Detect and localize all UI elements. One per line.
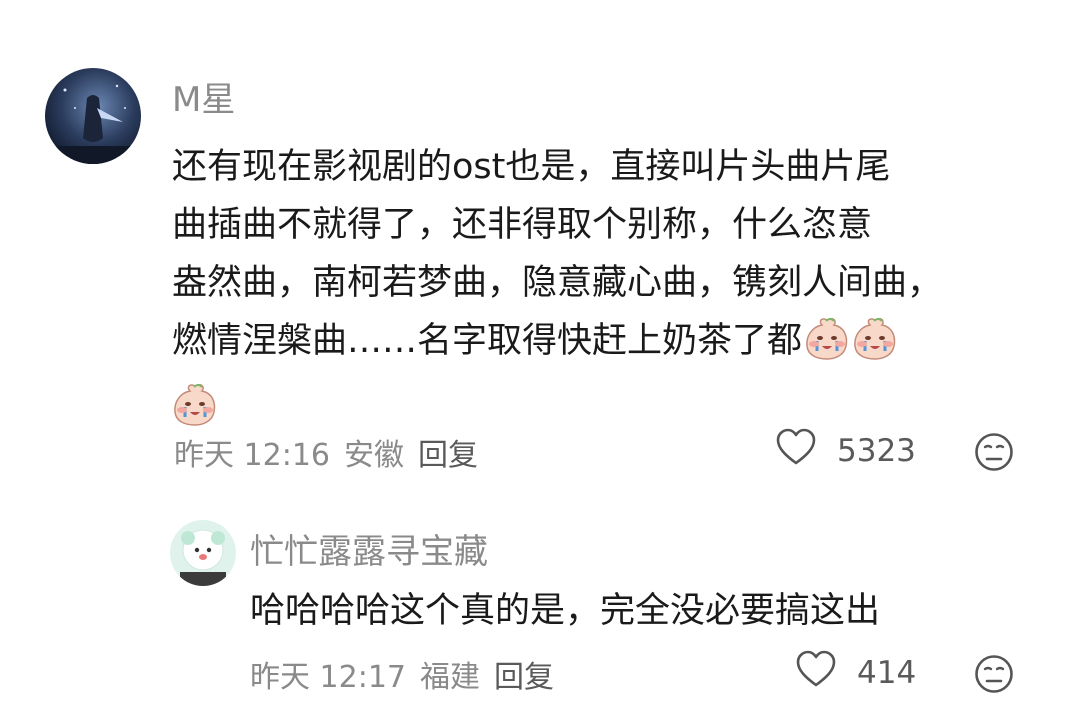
username[interactable]: M星: [172, 72, 235, 121]
comment-location: 福建: [420, 660, 480, 695]
user-avatar[interactable]: [170, 520, 236, 586]
heart-icon: [795, 650, 837, 696]
neutral-face-icon: [975, 655, 1013, 693]
like-button[interactable]: 414: [795, 650, 916, 696]
comment-text: 还有现在影视剧的ost也是，直接叫片头曲片尾 曲插曲不就得了，还非得取个别称，什…: [172, 138, 1052, 444]
avatar-image: [170, 520, 236, 586]
heart-icon: [775, 428, 817, 474]
username[interactable]: 忙忙露露寻宝藏: [250, 524, 488, 573]
comment-line: 盎然曲，南柯若梦曲，隐意藏心曲，镌刻人间曲，: [172, 263, 943, 303]
comment-meta: 昨天 12:17 福建 回复: [250, 652, 568, 696]
dislike-button[interactable]: [974, 654, 1014, 698]
reply-button[interactable]: 回复: [418, 438, 478, 473]
like-count: 5323: [837, 433, 916, 469]
comment-line: 燃情涅槃曲……名字取得快赶上奶茶了都: [172, 321, 803, 361]
like-count: 414: [857, 655, 917, 691]
comment-meta: 昨天 12:16 安徽 回复: [174, 430, 492, 474]
comment-text: 哈哈哈哈这个真的是，完全没必要搞这出: [250, 582, 1050, 640]
reply-button[interactable]: 回复: [494, 660, 554, 695]
dislike-button[interactable]: [974, 432, 1014, 476]
user-avatar[interactable]: [45, 68, 141, 164]
neutral-face-icon: [975, 433, 1013, 471]
like-button[interactable]: 5323: [775, 428, 916, 474]
comment-location: 安徽: [344, 438, 404, 473]
comment-time: 昨天 12:17: [250, 660, 406, 695]
comment-line: 还有现在影视剧的ost也是，直接叫片头曲片尾: [172, 147, 891, 187]
comment-line: 哈哈哈哈这个真的是，完全没必要搞这出: [250, 591, 881, 631]
avatar-image: [45, 68, 141, 164]
comment-line-with-emoji: 燃情涅槃曲……名字取得快赶上奶茶了都: [172, 312, 1052, 378]
comment-time: 昨天 12:16: [174, 438, 330, 473]
crying-peach-emoji-icon: [852, 316, 898, 378]
comment-line: 曲插曲不就得了，还非得取个别称，什么恣意: [172, 205, 873, 245]
crying-peach-emoji-icon: [804, 316, 850, 378]
